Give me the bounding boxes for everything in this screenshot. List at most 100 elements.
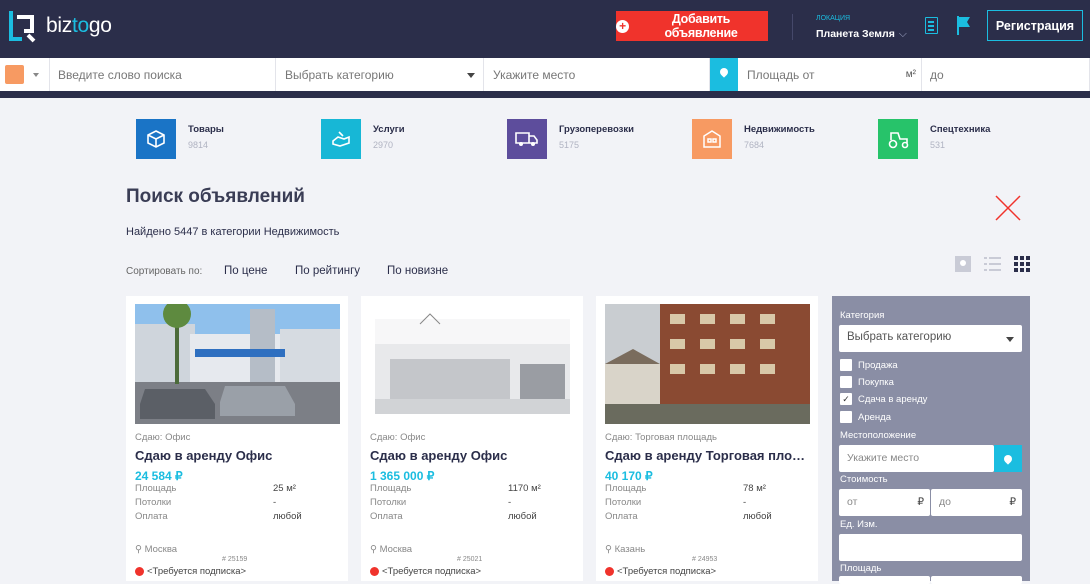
category-select[interactable]: Выбрать категорию xyxy=(276,58,484,91)
filter-area-to[interactable] xyxy=(931,576,1022,584)
listing-card[interactable]: Сдаю: Офис Сдаю в аренду Офис 1 365 000 … xyxy=(361,296,583,581)
listing-city: ⚲ Москва xyxy=(135,544,178,555)
listing-city: ⚲ Казань xyxy=(605,544,646,555)
filter-location-label: Местоположение xyxy=(840,430,917,441)
map-view-icon[interactable] xyxy=(955,256,971,272)
category-label: Спецтехника xyxy=(930,124,991,135)
listing-number: # 25021 xyxy=(457,556,483,563)
category-count: 5175 xyxy=(559,140,580,150)
grid-view-icon[interactable] xyxy=(1014,256,1030,272)
badge-icon xyxy=(605,567,614,576)
listing-city: ⚲ Москва xyxy=(370,544,413,555)
listing-photo xyxy=(135,304,340,424)
sort-by-newest[interactable]: По новизне xyxy=(387,265,448,277)
top-navigation-bar: biztogo + Добавить объявление ЛОКАЦИЯ Пла… xyxy=(0,0,1090,58)
location-pin-button[interactable] xyxy=(710,58,738,91)
category-label: Грузоперевозки xyxy=(559,124,634,135)
category-select-value: Выбрать категорию xyxy=(285,67,394,82)
listing-ceiling-row: Потолки - xyxy=(370,497,512,508)
flag-icon[interactable] xyxy=(957,16,971,35)
tractor-icon xyxy=(878,119,918,159)
filter-area-label: Площадь xyxy=(840,563,882,574)
listing-area-row: Площадь 78 м² xyxy=(605,483,766,494)
category-realty[interactable]: Недвижимость 7684 xyxy=(692,119,815,159)
subscription-required[interactable]: <Требуется подписка> xyxy=(135,566,246,577)
listing-area-row: Площадь 1170 м² xyxy=(370,483,541,494)
close-icon[interactable] xyxy=(993,193,1023,223)
results-count: Найдено 5447 в категории Недвижимость xyxy=(126,226,340,238)
filter-category-label: Категория xyxy=(840,310,885,321)
document-icon[interactable] xyxy=(925,17,938,34)
register-button[interactable]: Регистрация xyxy=(987,10,1083,41)
listing-number: # 24953 xyxy=(692,556,718,563)
listing-card[interactable]: Сдаю: Торговая площадь Сдаю в аренду Тор… xyxy=(596,296,818,581)
location-caption: ЛОКАЦИЯ xyxy=(816,15,851,22)
area-to-input[interactable] xyxy=(930,67,1089,82)
filter-option-rent[interactable]: Аренда xyxy=(840,411,891,423)
category-menu-button[interactable] xyxy=(0,58,50,91)
logo[interactable]: biztogo xyxy=(8,9,112,43)
subscription-required[interactable]: <Требуется подписка> xyxy=(605,566,716,577)
filter-option-sale[interactable]: Продажа xyxy=(840,359,898,371)
page-title: Поиск объявлений xyxy=(126,186,305,207)
listing-photo xyxy=(605,304,810,424)
filter-unit-label: Ед. Изм. xyxy=(840,519,878,530)
filter-price-to[interactable]: до ₽ xyxy=(931,489,1022,516)
keyword-input[interactable] xyxy=(58,67,275,82)
badge-icon xyxy=(370,567,379,576)
category-label: Недвижимость xyxy=(744,124,815,135)
listing-price: 24 584 ₽ xyxy=(135,469,183,483)
listing-price: 40 170 ₽ xyxy=(605,469,653,483)
listing-payment-row: Оплата любой xyxy=(370,511,537,522)
divider xyxy=(792,14,793,40)
list-view-icon[interactable] xyxy=(984,256,1001,272)
listing-card[interactable]: Сдаю: Офис Сдаю в аренду Офис 24 584 ₽ П… xyxy=(126,296,348,581)
filter-area-from[interactable] xyxy=(839,576,930,584)
place-input[interactable] xyxy=(493,67,709,82)
listing-ceiling-row: Потолки - xyxy=(135,497,277,508)
filter-option-lease-out[interactable]: ✓ Сдача в аренду xyxy=(840,393,927,405)
caret-down-icon xyxy=(467,73,475,82)
listing-photo xyxy=(370,304,575,424)
category-freight[interactable]: Грузоперевозки 5175 xyxy=(507,119,634,159)
category-count: 9814 xyxy=(188,140,209,150)
area-from-input[interactable] xyxy=(747,67,921,82)
filter-panel: Категория Выбрать категорию Продажа Поку… xyxy=(832,296,1030,584)
map-pin-icon xyxy=(1002,453,1014,465)
listing-title[interactable]: Сдаю в аренду Офис xyxy=(135,448,340,463)
filter-option-purchase[interactable]: Покупка xyxy=(840,376,894,388)
map-pin-icon: ⚲ xyxy=(605,544,612,555)
filter-category-select[interactable]: Выбрать категорию xyxy=(839,325,1022,352)
category-services[interactable]: Услуги 2970 xyxy=(321,119,405,159)
search-bar: Выбрать категорию м² xyxy=(0,58,1090,98)
sort-by-rating[interactable]: По рейтингу xyxy=(295,265,360,277)
listing-number: # 25159 xyxy=(222,556,248,563)
sort-by-price[interactable]: По цене xyxy=(224,265,267,277)
map-pin-icon: ⚲ xyxy=(135,544,142,555)
listing-subtitle: Сдаю: Торговая площадь xyxy=(605,432,717,443)
box-icon xyxy=(136,119,176,159)
checkbox[interactable] xyxy=(840,359,852,371)
checkbox[interactable] xyxy=(840,411,852,423)
filter-price-from[interactable]: от ₽ xyxy=(839,489,930,516)
filter-location-pin-button[interactable] xyxy=(994,445,1022,472)
catalog-icon xyxy=(5,65,24,84)
category-label: Услуги xyxy=(373,124,405,135)
listing-title[interactable]: Сдаю в аренду Офис xyxy=(370,448,575,463)
filter-unit-select[interactable] xyxy=(839,534,1022,561)
category-goods[interactable]: Товары 9814 xyxy=(136,119,224,159)
listing-payment-row: Оплата любой xyxy=(135,511,302,522)
subscription-required[interactable]: <Требуется подписка> xyxy=(370,566,481,577)
checkbox-checked[interactable]: ✓ xyxy=(840,393,852,405)
checkbox[interactable] xyxy=(840,376,852,388)
add-listing-button[interactable]: + Добавить объявление xyxy=(616,11,768,41)
listing-price: 1 365 000 ₽ xyxy=(370,469,435,483)
category-count: 2970 xyxy=(373,140,394,150)
location-selector[interactable]: Планета Земля ⌵ xyxy=(816,28,907,41)
filter-price-label: Стоимость xyxy=(840,474,888,485)
map-pin-icon: ⚲ xyxy=(370,544,377,555)
filter-location-input[interactable]: Укажите место xyxy=(839,445,994,472)
category-machinery[interactable]: Спецтехника 531 xyxy=(878,119,990,159)
map-pin-icon xyxy=(718,66,730,78)
listing-title[interactable]: Сдаю в аренду Торговая площ... xyxy=(605,448,810,463)
